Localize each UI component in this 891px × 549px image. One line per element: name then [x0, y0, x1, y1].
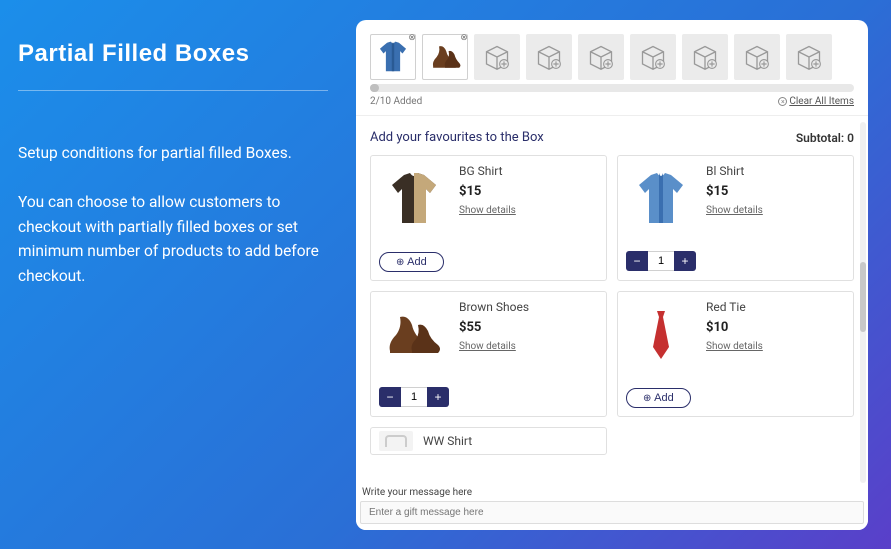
qty-minus-button[interactable]: −	[379, 387, 401, 407]
product-image	[626, 300, 696, 370]
show-details-link[interactable]: Show details	[459, 341, 529, 352]
box-slot-empty[interactable]	[474, 34, 520, 80]
section-title: Add your favourites to the Box	[370, 130, 544, 145]
product-card: Brown Shoes $55 Show details − +	[370, 291, 607, 417]
product-card: Red Tie $10 Show details Add	[617, 291, 854, 417]
info-panel: Partial Filled Boxes Setup conditions fo…	[18, 40, 328, 313]
product-name: Red Tie	[706, 300, 763, 314]
product-area: Add your favourites to the Box Subtotal:…	[356, 115, 868, 489]
product-image	[379, 300, 449, 370]
product-card: BG Shirt $15 Show details Add	[370, 155, 607, 281]
product-scrollbar[interactable]	[860, 122, 866, 483]
shoes-icon	[426, 38, 464, 76]
box-slots-row: ⊗ ⊗	[356, 20, 868, 84]
slots-scrollbar[interactable]	[370, 84, 854, 92]
show-details-link[interactable]: Show details	[706, 341, 763, 352]
qty-input[interactable]	[648, 251, 674, 271]
scrollbar-thumb[interactable]	[370, 84, 379, 92]
product-price: $55	[459, 320, 529, 335]
product-price: $15	[706, 184, 763, 199]
product-price: $15	[459, 184, 516, 199]
box-placeholder-icon	[743, 43, 771, 71]
box-slot-empty[interactable]	[526, 34, 572, 80]
box-slot-1[interactable]: ⊗	[370, 34, 416, 80]
remove-slot-icon[interactable]: ⊗	[407, 33, 417, 43]
add-button[interactable]: Add	[626, 388, 691, 408]
quantity-stepper: − +	[626, 251, 696, 271]
box-placeholder-icon	[587, 43, 615, 71]
clear-all-link[interactable]: ×Clear All Items	[778, 96, 854, 107]
quantity-stepper: − +	[379, 387, 449, 407]
product-name: BG Shirt	[459, 164, 516, 178]
box-slot-empty[interactable]	[578, 34, 624, 80]
box-builder-panel: ⊗ ⊗ 2/10 Added ×Clear All Items Add your…	[356, 20, 868, 530]
remove-slot-icon[interactable]: ⊗	[459, 33, 469, 43]
clear-icon: ×	[778, 97, 787, 106]
brown-shoes-icon	[382, 303, 446, 367]
box-slot-empty[interactable]	[786, 34, 832, 80]
gift-message-area: Write your message here	[356, 485, 868, 530]
info-paragraph-2: You can choose to allow customers to che…	[18, 190, 328, 289]
message-label: Write your message here	[360, 487, 864, 500]
box-slot-empty[interactable]	[682, 34, 728, 80]
product-image	[626, 164, 696, 234]
product-name: Bl Shirt	[706, 164, 763, 178]
box-slot-empty[interactable]	[630, 34, 676, 80]
qty-plus-button[interactable]: +	[427, 387, 449, 407]
shirt-blue-icon	[374, 38, 412, 76]
box-placeholder-icon	[795, 43, 823, 71]
add-button[interactable]: Add	[379, 252, 444, 272]
box-slot-2[interactable]: ⊗	[422, 34, 468, 80]
product-card-partial: WW Shirt	[370, 427, 607, 455]
page-title: Partial Filled Boxes	[18, 40, 328, 68]
subtotal: Subtotal: 0	[796, 131, 854, 145]
qty-input[interactable]	[401, 387, 427, 407]
bg-shirt-icon	[382, 167, 446, 231]
show-details-link[interactable]: Show details	[706, 205, 763, 216]
product-scrollbar-thumb[interactable]	[860, 262, 866, 332]
product-image	[379, 431, 413, 451]
box-placeholder-icon	[691, 43, 719, 71]
added-status-row: 2/10 Added ×Clear All Items	[356, 96, 868, 115]
gift-message-input[interactable]	[360, 501, 864, 524]
qty-plus-button[interactable]: +	[674, 251, 696, 271]
product-card: Bl Shirt $15 Show details − +	[617, 155, 854, 281]
qty-minus-button[interactable]: −	[626, 251, 648, 271]
box-placeholder-icon	[535, 43, 563, 71]
added-count: 2/10 Added	[370, 96, 422, 107]
product-name: WW Shirt	[423, 434, 472, 448]
box-placeholder-icon	[639, 43, 667, 71]
product-image	[379, 164, 449, 234]
info-paragraph-1: Setup conditions for partial filled Boxe…	[18, 141, 328, 166]
product-name: Brown Shoes	[459, 300, 529, 314]
divider	[18, 90, 328, 91]
product-grid: BG Shirt $15 Show details Add Bl Shirt $…	[370, 155, 854, 455]
product-price: $10	[706, 320, 763, 335]
bl-shirt-icon	[629, 167, 693, 231]
box-placeholder-icon	[483, 43, 511, 71]
box-slot-empty[interactable]	[734, 34, 780, 80]
show-details-link[interactable]: Show details	[459, 205, 516, 216]
red-tie-icon	[629, 303, 693, 367]
